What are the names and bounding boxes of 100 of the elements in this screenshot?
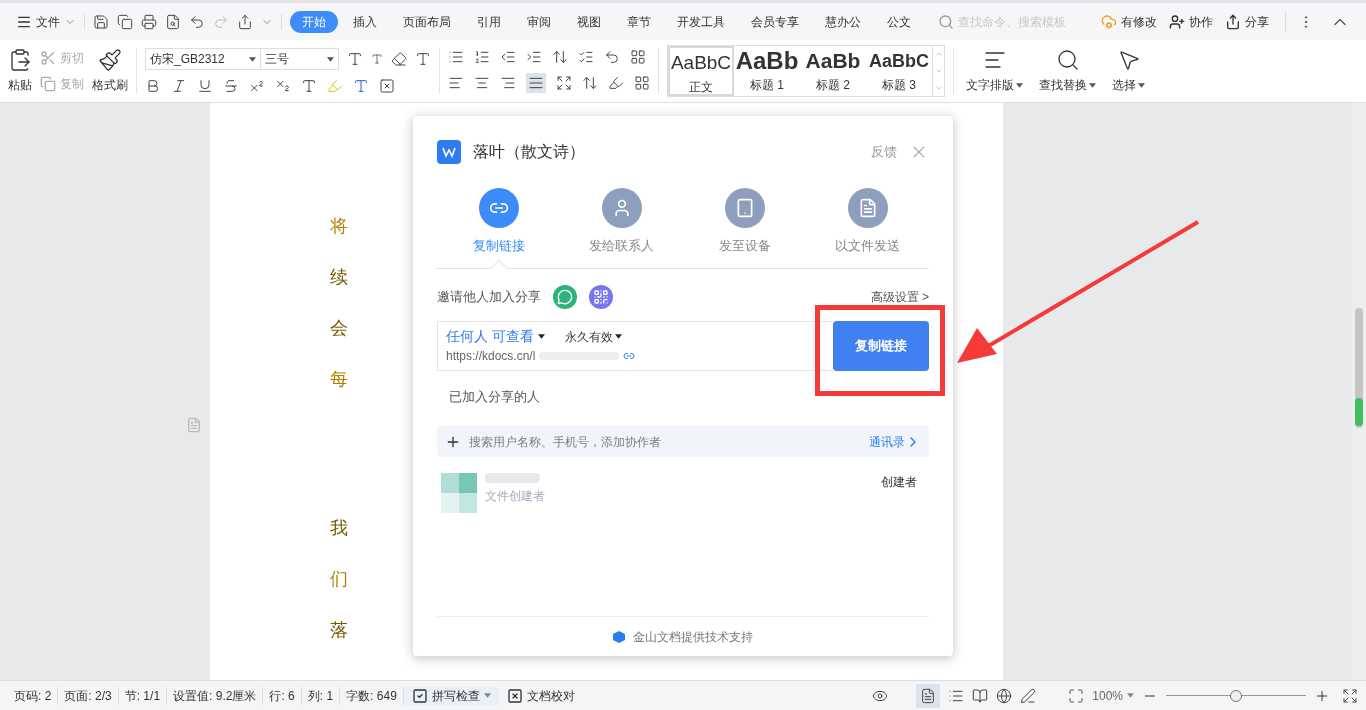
outdent-icon[interactable] — [500, 49, 516, 65]
caret-icon — [1089, 82, 1096, 88]
zoom-slider[interactable] — [1166, 689, 1306, 702]
ribbon-tab[interactable]: 公文 — [876, 10, 922, 33]
contact-icon — [601, 188, 642, 228]
header-action[interactable]: 有修改 — [1097, 12, 1161, 31]
member-role: 创建者 — [881, 474, 917, 491]
file-menu[interactable]: 文件 — [12, 12, 80, 31]
pen-icon[interactable] — [1020, 687, 1037, 704]
share-option[interactable]: 以文件发送 — [812, 188, 923, 256]
joined-label: 已加入分享的人 — [449, 387, 541, 406]
clear-format-icon[interactable] — [391, 51, 407, 67]
ribbon-tab[interactable]: 引用 — [466, 10, 512, 33]
ribbon-tab[interactable]: 审阅 — [516, 10, 562, 33]
bullet-list-icon[interactable] — [448, 49, 464, 65]
save-icon[interactable] — [93, 13, 109, 30]
font-size-select[interactable]: 三号 — [261, 48, 339, 70]
format-painter-button[interactable]: 格式刷 — [92, 48, 128, 94]
fullscreen-icon[interactable] — [1342, 687, 1358, 704]
member-subtitle: 文件创建者 — [485, 488, 545, 505]
strikethrough-icon[interactable] — [223, 78, 239, 94]
text-direction-icon[interactable] — [552, 49, 568, 65]
align-left-icon[interactable] — [448, 75, 464, 91]
footer-text: 金山文档提供技术支持 — [633, 628, 753, 646]
qr-code-icon[interactable] — [589, 284, 613, 309]
border-icon[interactable] — [634, 75, 650, 91]
ribbon-big-button[interactable]: 文字排版 — [966, 48, 1023, 94]
validity-dropdown[interactable]: 永久有效 — [564, 327, 622, 346]
ribbon-tab[interactable]: 插入 — [342, 10, 388, 33]
chat-bubble-icon[interactable] — [553, 284, 577, 309]
contacts-link[interactable]: 通讯录 — [869, 432, 921, 451]
ribbon-tab[interactable]: 页面布局 — [392, 10, 462, 33]
shrink-font-icon[interactable] — [371, 53, 383, 65]
font-color-icon[interactable] — [353, 78, 369, 94]
ribbon-tab[interactable]: 章节 — [616, 10, 662, 33]
page-view-icon[interactable] — [916, 683, 941, 708]
underline-icon[interactable] — [197, 78, 213, 94]
clipboard-icon — [8, 48, 32, 72]
status-item: 列: 1 — [301, 686, 341, 705]
brush-icon — [98, 48, 122, 72]
preview-icon[interactable] — [165, 13, 181, 30]
style-gallery-item[interactable]: AaBb 标题 2 — [800, 46, 866, 96]
document-text: 将 — [329, 215, 348, 238]
share-icon — [1225, 13, 1241, 30]
italic-icon[interactable] — [171, 78, 187, 94]
search-icon — [938, 13, 954, 30]
copy-link-button[interactable]: 复制链接 — [833, 320, 929, 371]
share-option[interactable]: 复制链接 — [443, 188, 554, 256]
style-gallery-item[interactable]: AaBb 标题 1 — [734, 46, 800, 96]
subscript-icon[interactable] — [275, 78, 291, 94]
header-action[interactable]: 分享 — [1221, 12, 1273, 31]
caret-icon — [1016, 82, 1023, 88]
superscript-icon[interactable] — [249, 78, 265, 94]
char-border-icon[interactable] — [379, 78, 395, 94]
ribbon-tab[interactable]: 慧办公 — [814, 10, 872, 33]
document-text: 们 — [329, 568, 348, 591]
numbered-list-icon[interactable] — [474, 49, 490, 65]
grow-font-icon[interactable] — [347, 51, 363, 67]
status-item: 设置值: 9.2厘米 — [167, 686, 264, 705]
share-option[interactable]: 发给联系人 — [566, 188, 677, 256]
output-icon[interactable] — [237, 13, 253, 30]
status-item: 页面: 2/3 — [58, 686, 119, 705]
document-text: 会 — [329, 317, 348, 340]
undo-icon[interactable] — [189, 13, 205, 30]
ribbon-big-button[interactable]: 选择 — [1112, 48, 1145, 94]
zoom-dropdown[interactable]: 100% — [1092, 686, 1134, 705]
style-gallery-item[interactable]: AaBbC 标题 3 — [866, 46, 932, 96]
bold-icon[interactable] — [145, 78, 161, 94]
search-icon — [1055, 48, 1080, 72]
advanced-settings-link[interactable]: 高级设置 > — [870, 287, 929, 306]
style-gallery-item[interactable]: AaBbC 正文 — [668, 46, 734, 96]
justify-icon[interactable] — [526, 73, 546, 93]
web-view-icon[interactable] — [996, 687, 1013, 704]
ribbon-tab[interactable]: 视图 — [566, 10, 612, 33]
paragraph-marker-icon — [185, 417, 202, 433]
paste-button[interactable]: 粘贴 — [8, 48, 32, 94]
proofread-button[interactable]: 文档校对 — [498, 686, 583, 705]
document-text: 续 — [329, 266, 348, 289]
zoom-slider-thumb[interactable] — [1230, 689, 1242, 702]
ribbon-tab[interactable]: 开发工具 — [666, 10, 736, 33]
permission-dropdown[interactable]: 任何人 可查看 — [446, 326, 545, 347]
font-select[interactable]: 仿宋_GB2312 — [145, 48, 261, 70]
share-option[interactable]: 发至设备 — [689, 188, 800, 256]
ribbon-big-button[interactable]: 查找替换 — [1039, 48, 1096, 94]
header-action[interactable]: 协作 — [1165, 12, 1217, 31]
align-center-icon[interactable] — [474, 75, 490, 91]
document-text: 每 — [329, 368, 348, 391]
scissors-icon — [40, 50, 56, 66]
spell-check-button[interactable]: 拼写检查 — [403, 686, 499, 705]
line-spacing-icon[interactable] — [582, 75, 598, 91]
vertical-scrollbar[interactable] — [1352, 103, 1366, 680]
ribbon-tab[interactable]: 会员专享 — [740, 10, 810, 33]
caret-icon — [1127, 693, 1134, 698]
reading-view-icon[interactable] — [972, 687, 989, 704]
align-right-icon[interactable] — [500, 75, 516, 91]
caret-icon — [614, 334, 622, 339]
distribute-icon[interactable] — [556, 75, 572, 91]
indent-icon[interactable] — [526, 49, 542, 65]
collaborator-search-field[interactable]: 搜索用户名称、手机号，添加协作者 通讯录 — [437, 426, 929, 457]
print-icon[interactable] — [141, 13, 157, 30]
